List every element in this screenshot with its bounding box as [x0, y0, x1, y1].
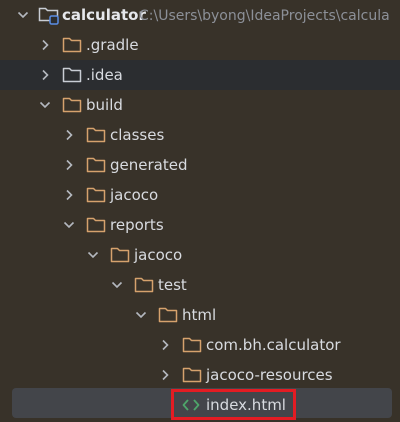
tree-item-label: com.bh.calculator [206, 336, 341, 354]
folder-icon [134, 276, 154, 294]
folder-icon [62, 66, 82, 84]
tree-item-label: generated [110, 156, 188, 174]
folder-icon [86, 126, 106, 144]
tree-row-build[interactable]: build [0, 90, 400, 120]
tree-row-calculator[interactable]: calculator C:\Users\byong\IdeaProjects\c… [0, 0, 400, 30]
chevron-down-icon[interactable] [16, 8, 30, 22]
chevron-down-icon[interactable] [38, 98, 52, 112]
module-folder-icon [38, 5, 59, 25]
tree-item-label: .idea [86, 66, 123, 84]
chevron-down-icon[interactable] [110, 278, 124, 292]
chevron-right-icon[interactable] [62, 188, 76, 202]
tree-item-label: jacoco [110, 186, 159, 204]
tree-row-jacoco[interactable]: jacoco [0, 180, 400, 210]
folder-icon [86, 156, 106, 174]
tree-item-label: jacoco-resources [206, 366, 333, 384]
folder-icon [182, 336, 202, 354]
folder-icon [62, 36, 82, 54]
tree-row-html[interactable]: html [0, 300, 400, 330]
tree-item-label: build [86, 96, 123, 114]
tree-item-label: test [158, 276, 187, 294]
chevron-right-icon[interactable] [38, 38, 52, 52]
chevron-right-icon[interactable] [38, 68, 52, 82]
tree-row-classes[interactable]: classes [0, 120, 400, 150]
tree-item-label: classes [110, 126, 165, 144]
tree-row-gradle[interactable]: .gradle [0, 30, 400, 60]
tree-item-label: jacoco [134, 246, 183, 264]
project-tree: calculator C:\Users\byong\IdeaProjects\c… [0, 0, 400, 422]
chevron-down-icon[interactable] [134, 308, 148, 322]
tree-row-idea[interactable]: .idea [0, 60, 400, 90]
chevron-down-icon[interactable] [86, 248, 100, 262]
red-highlight-box [171, 389, 296, 420]
tree-row-generated[interactable]: generated [0, 150, 400, 180]
root-project-path: C:\Users\byong\IdeaProjects\calcula [139, 8, 390, 24]
chevron-right-icon[interactable] [158, 338, 172, 352]
tree-row-test[interactable]: test [0, 270, 400, 300]
chevron-right-icon[interactable] [62, 128, 76, 142]
tree-item-label: .gradle [86, 36, 139, 54]
root-project-name: calculator [62, 6, 146, 24]
chevron-right-icon[interactable] [62, 158, 76, 172]
folder-icon [86, 186, 106, 204]
chevron-right-icon[interactable] [158, 368, 172, 382]
folder-icon [182, 366, 202, 384]
folder-icon [110, 246, 130, 264]
tree-row-reports-jacoco[interactable]: jacoco [0, 240, 400, 270]
tree-item-label: html [182, 306, 217, 324]
chevron-down-icon[interactable] [62, 218, 76, 232]
folder-icon [158, 306, 178, 324]
tree-row-jacoco-resources[interactable]: jacoco-resources [0, 360, 400, 390]
folder-icon [62, 96, 82, 114]
folder-icon [86, 216, 106, 234]
tree-row-reports[interactable]: reports [0, 210, 400, 240]
tree-row-com-bh-calculator[interactable]: com.bh.calculator [0, 330, 400, 360]
tree-item-label: reports [110, 216, 164, 234]
